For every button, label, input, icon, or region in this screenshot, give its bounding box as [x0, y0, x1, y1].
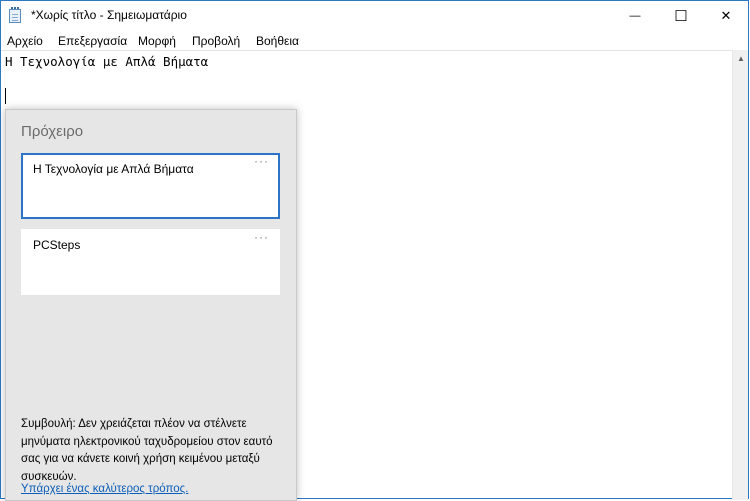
text-caret — [5, 88, 6, 104]
window-title: *Χωρίς τίτλο - Σημειωματάριο — [31, 8, 187, 22]
clipboard-item[interactable]: Η Τεχνολογία με Απλά Βήματα ··· — [21, 153, 280, 219]
close-icon: ✕ — [720, 8, 732, 23]
clipboard-title: Πρόχειρο — [21, 123, 84, 140]
clipboard-item[interactable]: PCSteps ··· — [21, 229, 280, 295]
better-way-link[interactable]: Υπάρχει ένας καλύτερος τρόπος. — [21, 483, 188, 495]
menu-edit[interactable]: Επεξεργασία — [58, 34, 127, 48]
more-options-icon[interactable]: ··· — [254, 154, 269, 168]
menu-file[interactable]: Αρχείο — [7, 34, 43, 48]
notepad-window: *Χωρίς τίτλο - Σημειωματάριο — ☐ ✕ Αρχεί… — [0, 0, 749, 501]
minimize-icon: — — [629, 10, 641, 22]
menu-view[interactable]: Προβολή — [192, 34, 240, 48]
notepad-icon — [9, 7, 21, 23]
vertical-scrollbar[interactable]: ▲ — [732, 50, 748, 500]
editor-content: Η Τεχνολογία με Απλά Βήματα — [5, 54, 209, 69]
scroll-up-arrow-icon[interactable]: ▲ — [733, 50, 749, 67]
menu-bar: Αρχείο Επεξεργασία Μορφή Προβολή Βοήθεια — [1, 32, 748, 50]
minimize-button[interactable]: — — [612, 1, 658, 31]
clipboard-history-panel: Πρόχειρο Η Τεχνολογία με Απλά Βήματα ···… — [5, 109, 297, 501]
more-options-icon[interactable]: ··· — [254, 230, 269, 244]
close-button[interactable]: ✕ — [703, 1, 749, 31]
title-bar[interactable]: *Χωρίς τίτλο - Σημειωματάριο — ☐ ✕ — [1, 1, 748, 31]
menu-format[interactable]: Μορφή — [138, 34, 176, 48]
menu-help[interactable]: Βοήθεια — [256, 34, 299, 48]
maximize-icon: ☐ — [674, 8, 688, 25]
clipboard-item-text: Η Τεχνολογία με Απλά Βήματα — [33, 162, 194, 176]
tip-text: Συμβουλή: Δεν χρειάζεται πλέον να στέλνε… — [21, 418, 273, 483]
clipboard-item-text: PCSteps — [33, 238, 81, 252]
maximize-button[interactable]: ☐ — [658, 1, 704, 31]
